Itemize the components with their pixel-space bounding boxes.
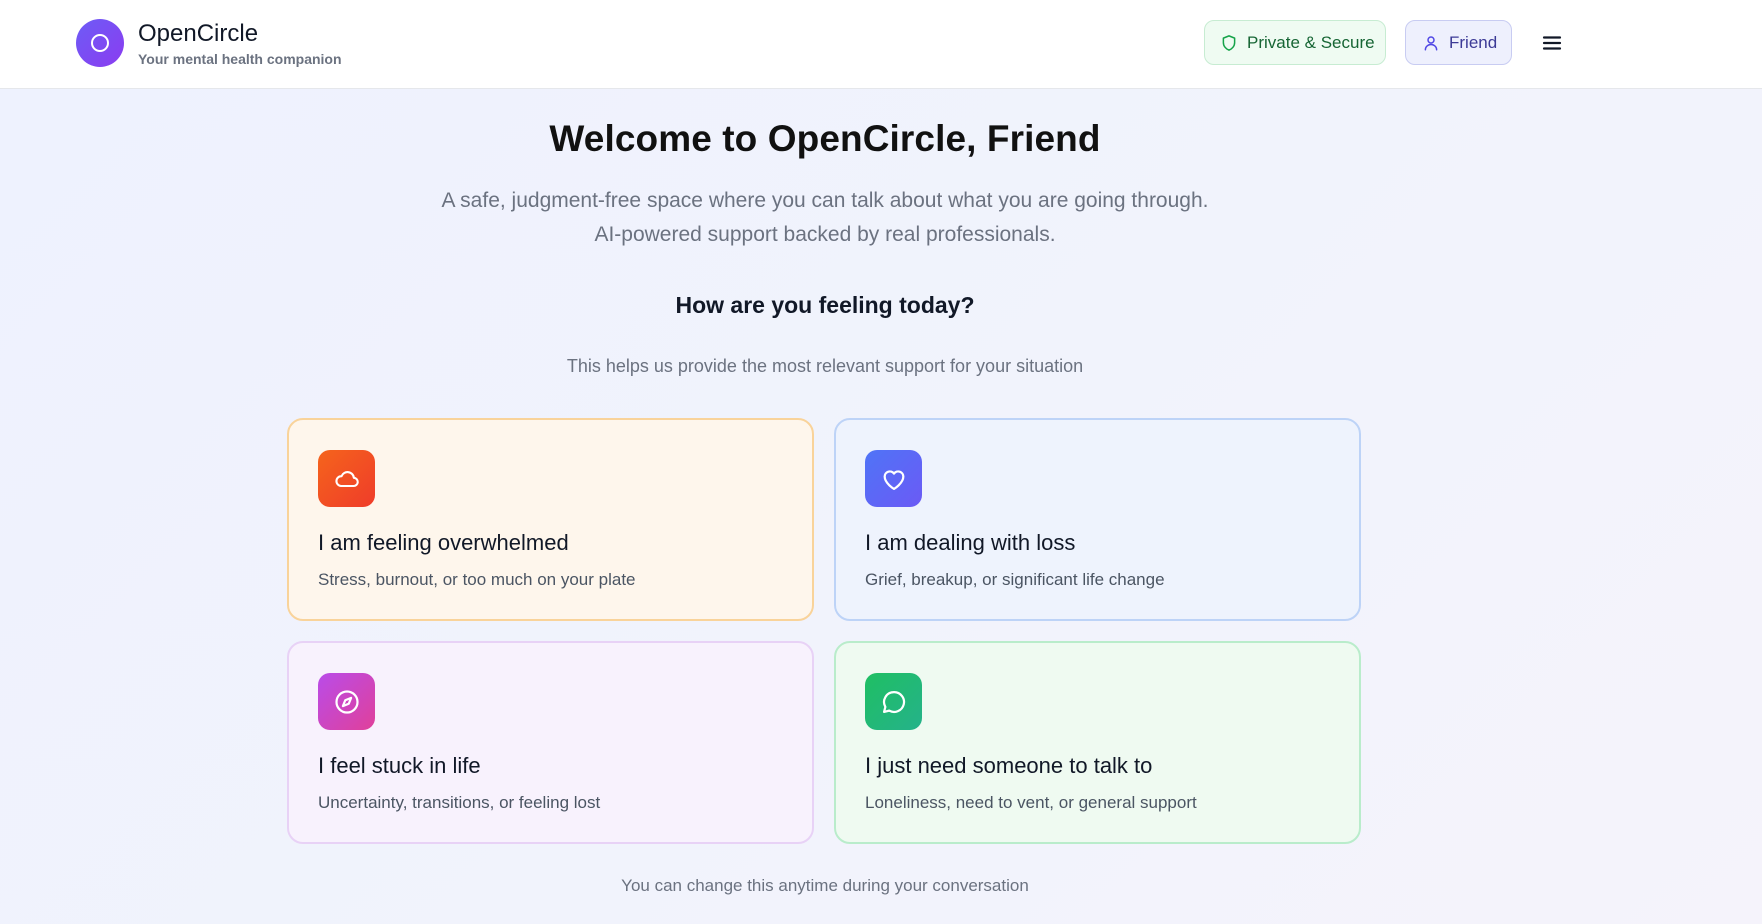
mood-option-description: Stress, burnout, or too much on your pla…	[318, 570, 636, 589]
hamburger-menu-icon[interactable]	[1540, 31, 1564, 55]
private-secure-badge[interactable]: Private & Secure	[1204, 20, 1386, 65]
mood-option-title: I am dealing with loss	[865, 530, 1076, 555]
compass-icon	[318, 673, 375, 730]
heart-icon	[865, 450, 922, 507]
shield-icon	[1222, 34, 1236, 51]
brand[interactable]: OpenCircle Your mental health companion	[76, 19, 342, 67]
mood-option-loss[interactable]: I am dealing with loss Grief, breakup, o…	[834, 418, 1361, 621]
mood-option-stuck[interactable]: I feel stuck in life Uncertainty, transi…	[287, 641, 814, 844]
app-tagline: Your mental health companion	[138, 50, 342, 67]
mood-option-overwhelmed[interactable]: I am feeling overwhelmed Stress, burnout…	[287, 418, 814, 621]
user-name-label: Friend	[1449, 32, 1498, 52]
mood-option-description: Grief, breakup, or significant life chan…	[865, 570, 1165, 589]
user-icon	[1424, 35, 1438, 50]
user-profile-button[interactable]: Friend	[1405, 20, 1512, 65]
page-subtitle: A safe, judgment-free space where you ca…	[0, 184, 1650, 252]
app-name: OpenCircle	[138, 19, 259, 47]
mood-option-title: I just need someone to talk to	[865, 753, 1153, 778]
change-anytime-note: You can change this anytime during your …	[621, 876, 1029, 895]
page-title: Welcome to OpenCircle, Friend	[549, 118, 1101, 159]
mood-option-description: Loneliness, need to vent, or general sup…	[865, 793, 1197, 812]
mood-helper-text: This helps us provide the most relevant …	[566, 356, 1084, 376]
mood-option-talk[interactable]: I just need someone to talk to Lonelines…	[834, 641, 1361, 844]
logo-icon	[76, 19, 124, 67]
mood-option-title: I am feeling overwhelmed	[318, 530, 569, 555]
app-header: OpenCircle Your mental health companion …	[0, 0, 1762, 89]
cloud-icon	[318, 450, 375, 507]
subtitle-line-1: A safe, judgment-free space where you ca…	[441, 189, 1209, 212]
subtitle-line-2: AI-powered support backed by real profes…	[594, 223, 1056, 246]
mood-option-description: Uncertainty, transitions, or feeling los…	[318, 793, 601, 812]
chat-bubble-icon	[865, 673, 922, 730]
mood-question: How are you feeling today?	[675, 292, 975, 318]
mood-option-title: I feel stuck in life	[318, 753, 481, 778]
private-secure-label: Private & Secure	[1247, 32, 1375, 52]
